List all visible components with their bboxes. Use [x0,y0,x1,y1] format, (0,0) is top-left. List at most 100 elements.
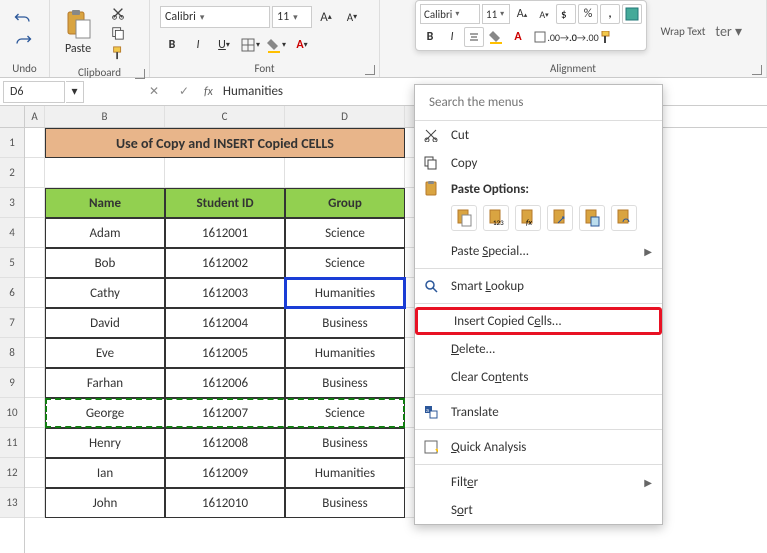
clipboard-launcher-icon[interactable] [135,69,145,79]
header-group[interactable]: Group [285,188,405,218]
cell-name[interactable]: George [45,398,165,428]
cell[interactable] [285,158,405,188]
cell-sid[interactable]: 1612004 [165,308,285,338]
font-color-button[interactable]: A▾ [290,33,314,57]
fx-icon[interactable]: fx [204,85,213,99]
mini-bold[interactable]: B [420,27,440,47]
menu-paste-special[interactable]: Paste Special... ▶ [415,237,662,265]
mini-fill-color[interactable] [486,27,506,47]
cell-sid[interactable]: 1612006 [165,368,285,398]
paste-button[interactable]: Paste [60,8,96,58]
cell-sid[interactable]: 1612008 [165,428,285,458]
mini-accounting-format[interactable]: $ [556,4,576,24]
cell[interactable] [25,218,45,248]
cell[interactable] [25,308,45,338]
menu-cut[interactable]: Cut [415,121,662,149]
menu-sort[interactable]: Sort [415,496,662,524]
cell-group[interactable]: Business [285,488,405,518]
cell-group[interactable]: Humanities [285,338,405,368]
cell-sid[interactable]: 1612003 [165,278,285,308]
menu-quick-analysis[interactable]: Quick Analysis [415,433,662,461]
mini-increase-decimal[interactable]: .0→.00 [574,27,594,47]
cell-group[interactable]: Science [285,218,405,248]
menu-insert-copied-cells[interactable]: Insert Copied Cells... [415,307,662,335]
cell-group[interactable]: Science [285,398,405,428]
col-header[interactable]: A [25,106,45,127]
row-header[interactable]: 1 [0,128,24,158]
row-header[interactable]: 3 [0,188,24,218]
borders-button[interactable]: ▾ [238,33,262,57]
cell-sid[interactable]: 1612009 [165,458,285,488]
title-cell[interactable]: Use of Copy and INSERT Copied CELLS [45,128,405,158]
row-header[interactable]: 13 [0,488,24,518]
paste-option-formulas[interactable]: fx [515,205,541,231]
mini-comma-format[interactable]: , [600,4,620,24]
paste-option-formatting[interactable] [579,205,605,231]
cell[interactable] [165,158,285,188]
mini-decrease-font[interactable]: A▾ [534,4,554,24]
name-box[interactable]: D6 [3,81,65,103]
cell-sid[interactable]: 1612010 [165,488,285,518]
paste-option-all[interactable] [451,205,477,231]
row-header[interactable]: 6 [0,278,24,308]
menu-smart-lookup[interactable]: Smart Lookup [415,272,662,300]
italic-button[interactable]: I [186,33,210,57]
paste-option-link[interactable] [611,205,637,231]
bold-button[interactable]: B [160,33,184,57]
mini-italic[interactable]: I [442,27,462,47]
paste-option-transpose[interactable] [547,205,573,231]
decrease-font-button[interactable]: A▾ [340,5,364,29]
col-header[interactable]: C [165,106,285,127]
mini-align-center[interactable] [464,27,484,47]
menu-clear-contents[interactable]: Clear Contents [415,363,662,391]
cell-name[interactable]: Bob [45,248,165,278]
header-name[interactable]: Name [45,188,165,218]
menu-filter[interactable]: Filter ▶ [415,468,662,496]
font-launcher-icon[interactable] [365,65,375,75]
mini-font-name[interactable]: Calibri [420,4,480,24]
increase-font-button[interactable]: A▴ [314,5,338,29]
name-box-dropdown[interactable]: ▾ [66,81,84,103]
cell[interactable] [25,248,45,278]
mini-percent-format[interactable]: % [578,4,598,24]
cell-name[interactable]: David [45,308,165,338]
mini-format-painter[interactable] [596,27,616,47]
cell-name[interactable]: Henry [45,428,165,458]
menu-copy[interactable]: Copy [415,149,662,177]
cell[interactable] [25,428,45,458]
row-header[interactable]: 8 [0,338,24,368]
cell-name[interactable]: Adam [45,218,165,248]
cell[interactable] [45,158,165,188]
select-all-corner[interactable] [0,106,24,128]
cell-name[interactable]: Eve [45,338,165,368]
row-header[interactable]: 5 [0,248,24,278]
cell-name[interactable]: John [45,488,165,518]
cell[interactable] [25,368,45,398]
cell-sid[interactable]: 1612002 [165,248,285,278]
cell-group-selected[interactable]: Humanities [285,278,405,308]
menu-search[interactable] [415,85,662,121]
mini-format-table[interactable] [622,4,642,24]
cell-group[interactable]: Science [285,248,405,278]
mini-increase-font[interactable]: A▴ [512,4,532,24]
cell-sid[interactable]: 1612001 [165,218,285,248]
copy-button[interactable] [106,24,130,42]
cell-group[interactable]: Business [285,308,405,338]
font-size-combo[interactable]: 11 [272,6,312,28]
row-header[interactable]: 7 [0,308,24,338]
cell-name[interactable]: Cathy [45,278,165,308]
mini-font-color[interactable]: A [508,27,528,47]
cell-group[interactable]: Business [285,428,405,458]
col-header[interactable]: B [45,106,165,127]
row-header[interactable]: 10 [0,398,24,428]
fill-color-button[interactable]: ▾ [264,33,288,57]
cell[interactable] [25,128,45,158]
redo-button[interactable] [10,33,36,51]
cell-group[interactable]: Business [285,368,405,398]
row-header[interactable]: 9 [0,368,24,398]
cut-button[interactable] [106,4,130,22]
alignment-launcher-icon[interactable] [752,65,762,75]
cell-sid[interactable]: 1612007 [165,398,285,428]
cell[interactable] [25,158,45,188]
menu-delete[interactable]: Delete... [415,335,662,363]
